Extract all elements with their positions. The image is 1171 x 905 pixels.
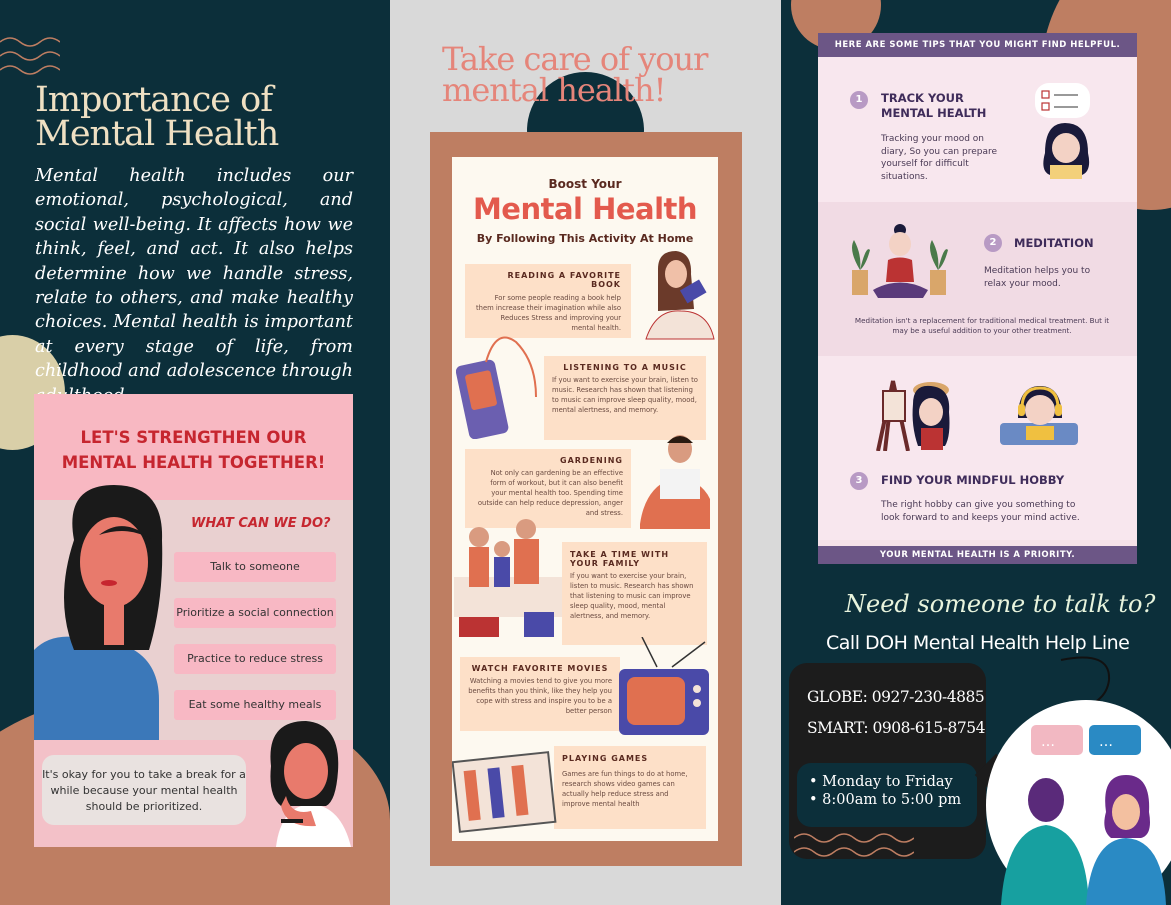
tip-number: 1 xyxy=(850,91,868,109)
panel-title: Take care of your mental health! xyxy=(442,40,708,109)
hours-list: • Monday to Friday • 8:00am to 5:00 pm xyxy=(809,774,962,808)
poster-title: Mental Health xyxy=(472,192,698,226)
brochure: Importance of Mental Health Mental healt… xyxy=(0,0,1171,905)
need-someone-heading: Need someone to talk to? xyxy=(845,590,1156,618)
listening-music-girl-icon xyxy=(1000,386,1078,445)
activity-title: LISTENING TO A MUSIC xyxy=(563,363,687,372)
diary-girl-icon xyxy=(1035,83,1090,179)
activity-card: PLAYING GAMES Games are fun things to do… xyxy=(554,746,706,829)
smart-number: SMART: 0908-615-8754 xyxy=(807,719,985,737)
thinking-woman-icon xyxy=(270,721,351,847)
svg-text:…: … xyxy=(1099,734,1113,750)
panel-title: Importance of Mental Health xyxy=(35,80,279,154)
strengthen-card: LET'S STRENGTHEN OUR MENTAL HEALTH TOGET… xyxy=(34,394,353,847)
poster-subtitle: By Following This Activity At Home xyxy=(476,232,694,245)
svg-text:…: … xyxy=(1041,734,1055,750)
right-panel: HERE ARE SOME TIPS THAT YOU MIGHT FIND H… xyxy=(781,0,1171,905)
activity-text: Watching a movies tend to give you more … xyxy=(468,677,612,715)
activity-title: GARDENING xyxy=(560,456,623,465)
tip-title: MEDITATION xyxy=(1014,236,1094,250)
action-stress: Practice to reduce stress xyxy=(174,644,336,674)
meditation-note: Meditation isn't a replacement for tradi… xyxy=(854,316,1110,335)
left-panel: Importance of Mental Health Mental healt… xyxy=(0,0,390,905)
gardening-man-icon xyxy=(640,435,710,529)
tips-footer: YOUR MENTAL HEALTH IS A PRIORITY. xyxy=(818,546,1137,564)
tip-title: TRACK YOUR MENTAL HEALTH xyxy=(881,91,987,120)
middle-panel: Take care of your mental health! Boost Y… xyxy=(390,0,781,905)
tip-section: 3 FIND YOUR MINDFUL HOBBY The right hobb… xyxy=(818,356,1137,540)
activity-poster: Boost Your Mental Health By Following Th… xyxy=(452,157,718,841)
activity-title: PLAYING GAMES xyxy=(562,754,649,763)
tip-section: 1 TRACK YOUR MENTAL HEALTH Tracking your… xyxy=(818,57,1137,202)
painting-girl-icon xyxy=(876,380,950,451)
action-talk: Talk to someone xyxy=(174,552,336,582)
tip-text: The right hobby can give you something t… xyxy=(881,500,1080,523)
activity-title: WATCH FAVORITE MOVIES xyxy=(471,664,609,673)
activity-text: If you want to exercise your brain, list… xyxy=(570,572,694,620)
wave-decoration-icon xyxy=(0,37,60,75)
activity-text: Games are fun things to do at home, rese… xyxy=(562,770,688,808)
tips-card: HERE ARE SOME TIPS THAT YOU MIGHT FIND H… xyxy=(818,33,1137,564)
family-cooking-icon xyxy=(454,519,562,637)
reading-girl-icon xyxy=(645,251,715,340)
helpline-card: GLOBE: 0927-230-4885 SMART: 0908-615-875… xyxy=(789,663,986,859)
tv-icon xyxy=(619,637,709,735)
music-player-icon xyxy=(456,336,537,439)
tip-number: 3 xyxy=(850,472,868,490)
activity-title: TAKE A TIME WITH YOUR FAMILY xyxy=(570,550,670,568)
tip-section: 2 MEDITATION Meditation helps you to rel… xyxy=(818,202,1137,356)
wave-decoration-icon xyxy=(794,833,914,857)
board-game-icon xyxy=(452,751,557,833)
break-speech-bubble: It's okay for you to take a break for a … xyxy=(42,755,246,825)
activity-card: WATCH FAVORITE MOVIES Watching a movies … xyxy=(460,657,620,731)
tips-header: HERE ARE SOME TIPS THAT YOU MIGHT FIND H… xyxy=(818,33,1137,57)
tip-text: Tracking your mood on diary, So you can … xyxy=(881,134,998,182)
activity-text: If you want to exercise your brain, list… xyxy=(552,376,698,414)
poster-kicker: Boost Your xyxy=(548,177,622,191)
intro-paragraph: Mental health includes our emotional, ps… xyxy=(35,166,353,406)
meditation-girl-icon xyxy=(852,224,948,298)
activity-card: TAKE A TIME WITH YOUR FAMILY If you want… xyxy=(562,542,707,645)
woman-illustration-icon xyxy=(34,485,163,740)
what-can-we-do-heading: WHAT CAN WE DO? xyxy=(191,516,331,531)
action-social: Prioritize a social connection xyxy=(174,598,336,628)
two-people-talking-icon: … … xyxy=(1001,725,1166,905)
tip-title: FIND YOUR MINDFUL HOBBY xyxy=(881,473,1065,487)
activity-card: LISTENING TO A MUSIC If you want to exer… xyxy=(544,356,706,440)
tip-text: Meditation helps you to relax your mood. xyxy=(984,266,1091,289)
activity-title: READING A FAVORITE BOOK xyxy=(507,271,621,289)
globe-number: GLOBE: 0927-230-4885 xyxy=(807,688,985,706)
activity-text: Not only can gardening be an effective f… xyxy=(477,469,623,517)
tip-number: 2 xyxy=(984,234,1002,252)
